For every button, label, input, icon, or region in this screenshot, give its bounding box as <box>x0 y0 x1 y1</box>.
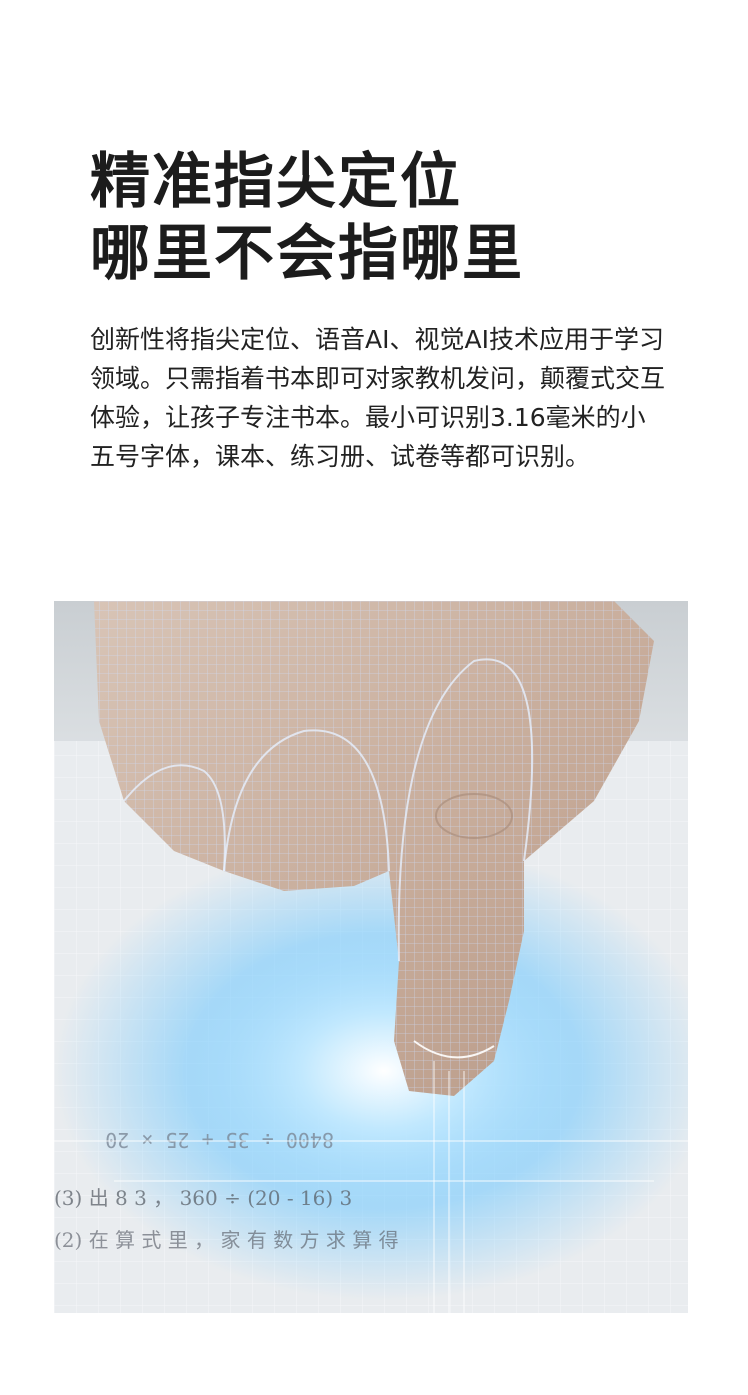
hero-image: 8400 ÷ 35 + 25 × 20 (3) 出 8 3 ， 360 ÷ (2… <box>54 601 688 1313</box>
finger-scan-illustration: 8400 ÷ 35 + 25 × 20 (3) 出 8 3 ， 360 ÷ (2… <box>54 601 688 1313</box>
headline-line-1: 精准指尖定位 <box>90 147 462 217</box>
page-text-equation: 8400 ÷ 35 + 25 × 20 <box>105 1128 334 1152</box>
feature-description: 创新性将指尖定位、语音AI、视觉AI技术应用于学习领域。只需指着书本即可对家教机… <box>90 325 666 471</box>
page-text-line-1: (3) 出 8 3 ， 360 ÷ (20 - 16) 3 <box>54 1186 352 1210</box>
headline: 精准指尖定位 哪里不会指哪里 <box>90 146 524 290</box>
page-text-line-2: (2) 在 算 式 里 ， 家 有 数 方 求 算 得 <box>54 1228 399 1252</box>
headline-line-2: 哪里不会指哪里 <box>90 219 524 289</box>
